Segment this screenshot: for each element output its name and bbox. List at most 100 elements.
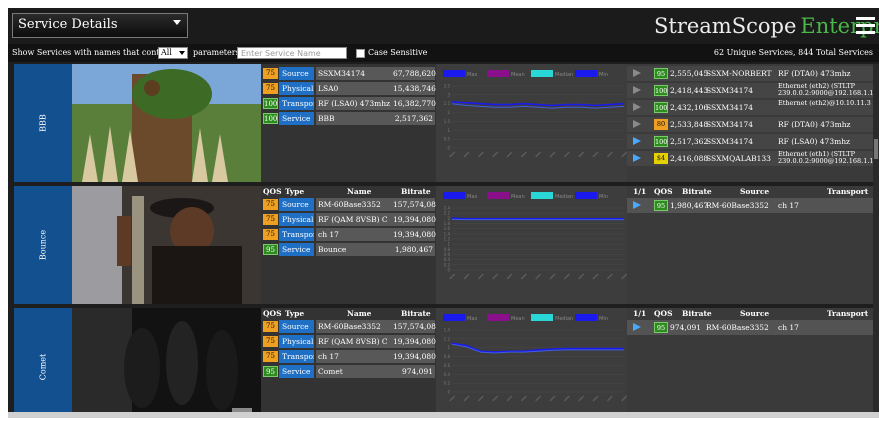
video-thumbnail[interactable] [72, 186, 261, 304]
type-cell: Transport [279, 350, 314, 363]
service-table-row[interactable]: 75 Source SSXM34174 67,788,620 [261, 67, 436, 80]
service-table-row[interactable]: 95 Service Comet 974,091 [261, 365, 436, 378]
source-row[interactable]: 100 2,418,443 SSXM34174 Ethernet (eth2) (ST… [627, 83, 879, 98]
legend-label-min: Min [599, 194, 608, 200]
brand-logo: StreamScopeEnterprise [654, 14, 879, 38]
source-row[interactable]: 95 2,555,045 SSXM-NORBERT RF (DTA0) 473mhz [627, 66, 879, 81]
source-row[interactable]: 95 1,980,467 RM-60Base3352 ch 17 [627, 198, 879, 213]
service-table-row[interactable]: 75 Source RM-60Base3352 157,574,080 [261, 198, 441, 211]
vertical-scrollbar[interactable] [873, 64, 879, 418]
scrollbar-thumb[interactable] [874, 139, 878, 159]
source-row[interactable]: 80 2,533,848 SSXM34174 RF (DTA0) 473mhz [627, 117, 879, 132]
column-header-bitrate: Bitrate [401, 187, 431, 196]
column-header-type: Type [285, 187, 305, 196]
legend-label-median: Median [555, 194, 573, 200]
source-cell: RM-60Base3352 [706, 201, 769, 210]
hamburger-icon[interactable] [853, 14, 877, 38]
service-name-label: BBB [38, 114, 48, 132]
y-tick-label: 0 [447, 268, 450, 273]
service-search-input[interactable] [237, 47, 347, 59]
column-header-source: Source [740, 187, 770, 196]
horizontal-scrollbar[interactable] [8, 412, 879, 418]
column-header-qos: QOS [654, 309, 673, 318]
chevron-down-icon [179, 51, 185, 55]
type-cell: Physical [279, 82, 314, 95]
switch-source-arrow-icon[interactable] [633, 137, 641, 145]
video-thumbnail[interactable] [72, 64, 261, 182]
legend-label-max: Max [467, 194, 477, 200]
legend-swatch-max [443, 314, 465, 321]
column-header-bitrate: Bitrate [682, 309, 712, 318]
source-row[interactable]: 95 974,091 RM-60Base3352 ch 17 [627, 320, 879, 335]
service-table-row[interactable]: 75 Physical LSA0 15,438,746 [261, 82, 436, 95]
source-cell: SSXM34174 [706, 137, 754, 146]
x-tick-mark [563, 395, 570, 402]
x-tick-mark [492, 151, 499, 158]
bitrate-cell: 19,394,080 [393, 335, 436, 348]
service-label-tab[interactable]: Comet [14, 308, 72, 418]
case-sensitive-checkbox[interactable] [356, 49, 365, 58]
bitrate-chart-svg: Max Mean Median Min 3.5 3 2.5 2 1.5 1 0.5 0 [443, 70, 627, 158]
switch-source-arrow-icon[interactable] [633, 323, 641, 331]
x-tick-mark [520, 395, 527, 402]
qos-badge: 75 [263, 199, 278, 210]
service-table-header: QOS Type Name Bitrate [261, 187, 436, 196]
service-table-row[interactable]: 100 Service BBB 2,517,362 [261, 112, 436, 125]
source-row[interactable]: 100 2,432,106 SSXM34174 Ethernet (eth2)@10.… [627, 100, 879, 115]
switch-source-arrow-icon[interactable] [633, 201, 641, 209]
service-detail-table: QOS Type Name Bitrate 75 Source RM-60Base3352 1… [261, 186, 441, 304]
y-tick-label: 1.4 [444, 328, 451, 333]
bitrate-cell: 2,418,443 [670, 86, 709, 95]
service-table-row[interactable]: 75 Physical RF (QAM 8VSB) C 19,394,080 [261, 213, 436, 226]
source-cell: SSXMQALAB133 [706, 154, 771, 163]
name-cell: RM-60Base3352 [316, 198, 393, 211]
x-tick-mark [578, 395, 585, 402]
source-list: 1/1 QOS Bitrate Source Transport 95 1,980,467 R… [627, 186, 879, 304]
switch-source-arrow-icon[interactable] [633, 120, 641, 128]
service-table-row[interactable]: 75Transportch 1719,394,080 [261, 350, 436, 363]
video-thumbnail[interactable] [72, 308, 261, 418]
x-tick-mark [506, 273, 513, 280]
name-cell: Comet [316, 365, 393, 378]
service-table-row[interactable]: 95 Service Bounce 1,980,467 [261, 243, 436, 256]
column-header-qos: QOS [654, 187, 673, 196]
switch-source-arrow-icon[interactable] [633, 69, 641, 77]
service-name-label: Bounce [38, 229, 48, 261]
service-label-tab[interactable]: BBB [14, 64, 72, 182]
type-cell: Transport [279, 97, 314, 110]
service-label-tab[interactable]: Bounce [14, 186, 72, 304]
qos-badge: 75 [263, 351, 278, 362]
switch-source-arrow-icon[interactable] [633, 103, 641, 111]
legend-swatch-min [575, 314, 597, 321]
column-header-bitrate: Bitrate [682, 187, 712, 196]
view-dropdown[interactable]: Service Details [12, 13, 188, 38]
filter-suffix: parameters [193, 48, 240, 57]
view-dropdown-label: Service Details [18, 17, 118, 32]
source-cell: SSXM34174 [706, 86, 754, 95]
switch-source-arrow-icon[interactable] [633, 86, 641, 94]
service-table-row[interactable]: 75 Physical RF (QAM 8VSB) C 19,394,080 [261, 335, 436, 348]
source-row[interactable]: 100 2,517,362 SSXM34174 RF (LSA0) 473mhz [627, 134, 879, 149]
x-tick-mark [477, 395, 484, 402]
service-detail-table: QOS Type Name Bitrate 75 Source RM-60Base3352 1… [261, 308, 441, 418]
legend-swatch-mean [487, 314, 509, 321]
service-row: Comet QOS Type Name Bitrate 75 Source RM-60Base… [8, 308, 879, 418]
legend-label-median: Median [555, 316, 573, 322]
column-header-transport: Transport [827, 309, 869, 318]
source-list: 1/1 QOS Bitrate Source Transport 95 974,091 RM-… [627, 308, 879, 418]
source-row[interactable]: $4 2,416,088 SSXMQALAB133 Ethernet (eth1) (… [627, 151, 879, 166]
y-tick-label: 0.8 [444, 354, 451, 359]
bitrate-chart: Max Mean Median Min 1.4 1.2 1 0.8 0.6 0.4 0.2 0 [436, 308, 627, 418]
y-tick-label: 2.5 [444, 101, 451, 106]
service-table-row[interactable]: 75 Source RM-60Base3352 157,574,080 [261, 320, 441, 333]
legend-swatch-max [443, 70, 465, 77]
y-tick-label: 0.5 [444, 137, 451, 142]
x-tick-mark [449, 273, 456, 280]
filter-prefix: Show Services with names that contain [12, 48, 173, 57]
filter-scope-select[interactable]: All [158, 47, 188, 59]
switch-source-arrow-icon[interactable] [633, 154, 641, 162]
legend-label-mean: Mean [511, 316, 525, 322]
service-table-row[interactable]: 75Transportch 1719,394,080 [261, 228, 436, 241]
x-tick-mark [463, 273, 470, 280]
service-table-row[interactable]: 100TransportRF (LSA0) 473mhz16,382,770 [261, 97, 436, 110]
